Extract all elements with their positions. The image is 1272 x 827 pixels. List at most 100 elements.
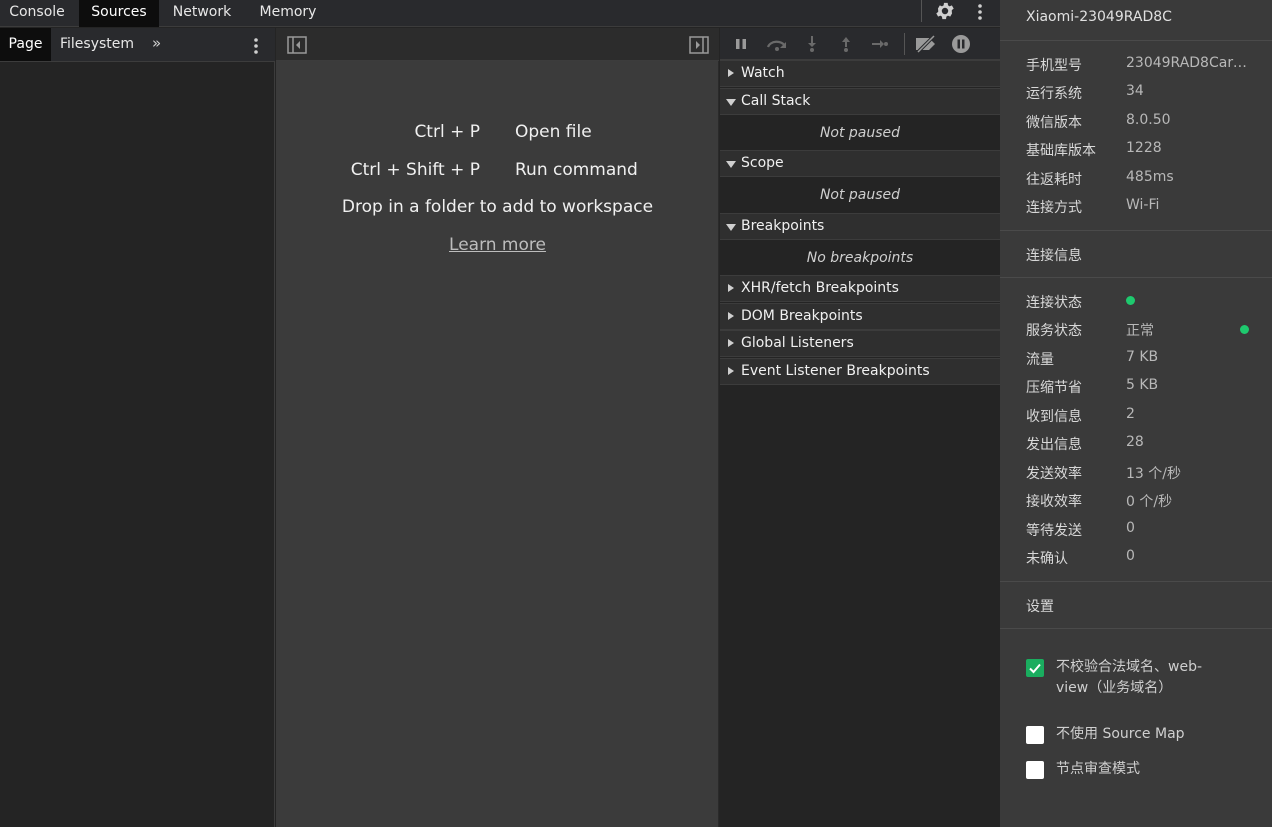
file-navigator: Page Filesystem » <box>0 28 275 827</box>
toggle-debugger-icon[interactable] <box>689 36 709 54</box>
navigator-menu-icon[interactable] <box>248 36 264 56</box>
dom-breakpoints-pane-header[interactable]: DOM Breakpoints <box>720 303 1000 330</box>
info-key: 接收效率 <box>1026 494 1082 510</box>
info-value: 0 <box>1126 520 1135 536</box>
devtools-panel: Console Sources Network Memory Page File… <box>0 0 1000 827</box>
info-key: 微信版本 <box>1026 115 1082 131</box>
info-row: 压缩节省 5 KB <box>1026 377 1266 397</box>
info-key: 未确认 <box>1026 551 1068 567</box>
info-key: 往返耗时 <box>1026 172 1082 188</box>
navtab-page[interactable]: Page <box>0 28 51 61</box>
pane-title: Scope <box>741 155 784 171</box>
pane-title: Global Listeners <box>741 335 854 351</box>
info-key: 服务状态 <box>1026 323 1082 339</box>
learn-more-link[interactable]: Learn more <box>276 235 719 255</box>
settings-section-title: 设置 <box>1026 599 1054 615</box>
expand-arrow-icon <box>728 339 734 347</box>
debugger-toolbar <box>720 28 1000 60</box>
toolbar-divider <box>904 33 905 55</box>
navtab-filesystem[interactable]: Filesystem <box>57 28 137 61</box>
divider <box>1000 581 1272 582</box>
info-row: 等待发送 0 <box>1026 520 1266 540</box>
xhr-breakpoints-pane-header[interactable]: XHR/fetch Breakpoints <box>720 275 1000 302</box>
setting-label: 不使用 Source Map <box>1056 726 1185 742</box>
more-options-icon[interactable] <box>972 2 988 22</box>
expand-arrow-icon <box>728 284 734 292</box>
expand-arrow-icon <box>728 367 734 375</box>
more-tabs-icon[interactable]: » <box>152 34 161 52</box>
info-row: 接收效率 0 个/秒 <box>1026 491 1266 511</box>
info-row: 流量 7 KB <box>1026 349 1266 369</box>
toggle-navigator-icon[interactable] <box>287 36 307 54</box>
info-key: 收到信息 <box>1026 409 1082 425</box>
info-key: 流量 <box>1026 352 1054 368</box>
divider <box>1000 628 1272 629</box>
checkbox[interactable] <box>1026 726 1044 744</box>
info-value: 0 <box>1126 548 1135 564</box>
checkbox[interactable] <box>1026 761 1044 779</box>
setting-label: 节点审查模式 <box>1056 761 1140 777</box>
pause-icon[interactable] <box>732 35 750 53</box>
step-over-icon[interactable] <box>765 35 789 53</box>
info-key: 运行系统 <box>1026 86 1082 102</box>
scope-pane-header[interactable]: Scope <box>720 150 1000 177</box>
info-row: 收到信息 2 <box>1026 406 1266 426</box>
info-value: 23049RAD8Carmen <box>1126 55 1251 71</box>
info-value: 485ms <box>1126 169 1174 185</box>
devtools-tabbar: Console Sources Network Memory <box>0 0 1000 27</box>
info-value: 8.0.50 <box>1126 112 1171 128</box>
deactivate-breakpoints-icon[interactable] <box>914 35 938 53</box>
step-icon[interactable] <box>871 35 889 53</box>
info-value: 5 KB <box>1126 377 1159 393</box>
check-icon <box>1029 663 1041 674</box>
debugger-sidebar: Watch Call Stack Not paused Scope Not pa… <box>720 28 1000 827</box>
shortcut-label: Run command <box>515 160 638 180</box>
pause-on-exceptions-icon[interactable] <box>951 34 971 54</box>
divider <box>1000 230 1272 231</box>
pane-title: Call Stack <box>741 93 811 109</box>
watch-pane-header[interactable]: Watch <box>720 60 1000 87</box>
info-value: 7 KB <box>1126 349 1159 365</box>
tab-network[interactable]: Network <box>165 0 239 27</box>
call-stack-status: Not paused <box>720 115 1000 151</box>
info-value: 13 个/秒 <box>1126 466 1181 482</box>
checkbox[interactable] <box>1026 659 1044 677</box>
device-info-panel: Xiaomi-23049RAD8C 手机型号 23049RAD8Carmen 运行… <box>1000 0 1272 827</box>
info-row: 运行系统 34 <box>1026 83 1266 103</box>
info-row: 手机型号 23049RAD8Carmen <box>1026 55 1266 75</box>
info-row: 发送效率 13 个/秒 <box>1026 463 1266 483</box>
info-key: 连接状态 <box>1026 295 1082 311</box>
global-listeners-pane-header[interactable]: Global Listeners <box>720 330 1000 357</box>
gear-icon[interactable] <box>934 0 956 22</box>
connection-section-title: 连接信息 <box>1026 248 1082 264</box>
collapse-arrow-icon <box>726 99 736 106</box>
info-key: 基础库版本 <box>1026 143 1096 159</box>
breakpoints-pane-header[interactable]: Breakpoints <box>720 213 1000 240</box>
step-into-icon[interactable] <box>803 35 821 53</box>
step-out-icon[interactable] <box>837 35 855 53</box>
drop-folder-hint: Drop in a folder to add to workspace <box>341 197 654 217</box>
info-key: 连接方式 <box>1026 200 1082 216</box>
info-value: 0 个/秒 <box>1126 494 1173 510</box>
tab-sources[interactable]: Sources <box>79 0 159 27</box>
call-stack-pane-header[interactable]: Call Stack <box>720 88 1000 115</box>
pane-title: DOM Breakpoints <box>741 308 863 324</box>
info-key: 发送效率 <box>1026 466 1082 482</box>
info-row: 服务状态 正常 <box>1026 320 1266 340</box>
collapse-arrow-icon <box>726 224 736 231</box>
shortcut-key: Ctrl + Shift + P <box>350 160 480 180</box>
divider <box>1000 277 1272 278</box>
shortcut-key: Ctrl + P <box>414 122 480 142</box>
expand-arrow-icon <box>728 312 734 320</box>
tab-console[interactable]: Console <box>0 0 74 27</box>
event-listener-breakpoints-pane-header[interactable]: Event Listener Breakpoints <box>720 358 1000 385</box>
tab-memory[interactable]: Memory <box>252 0 324 27</box>
scope-status: Not paused <box>720 177 1000 213</box>
info-row: 连接状态 <box>1026 292 1266 312</box>
info-row: 微信版本 8.0.50 <box>1026 112 1266 132</box>
info-key: 压缩节省 <box>1026 380 1082 396</box>
info-value: 正常 <box>1126 323 1154 339</box>
source-editor: Ctrl + P Open file Ctrl + Shift + P Run … <box>276 28 719 827</box>
info-row: 往返耗时 485ms <box>1026 169 1266 189</box>
navigator-tabs: Page Filesystem » <box>0 28 275 62</box>
